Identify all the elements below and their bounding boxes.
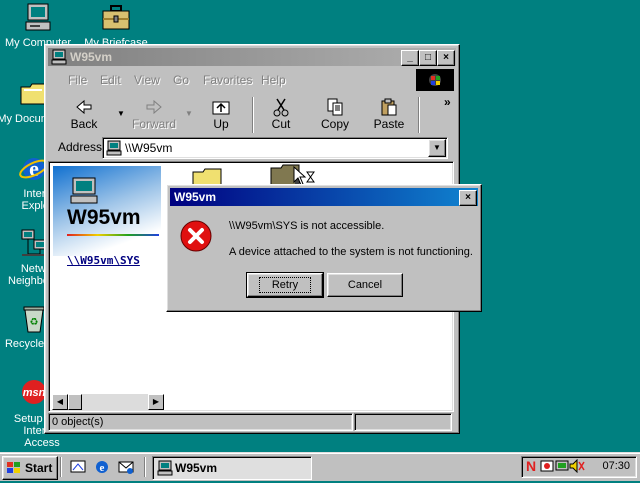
address-dropdown-button[interactable]: ▼ [428,139,446,157]
computer-icon [51,49,67,65]
up-folder-icon [195,97,247,117]
cancel-label: Cancel [347,279,383,291]
taskbar-button-w95vm[interactable]: W95vm [152,456,312,480]
status-text: 0 object(s) [48,413,353,431]
close-button[interactable]: × [437,50,455,66]
retry-label: Retry [258,277,312,293]
webview-title: W95vm [67,206,141,229]
error-message-line1: \\W95vm\SYS is not accessible. [229,220,385,232]
chevron-down-icon: ▼ [433,143,441,152]
scroll-right-button[interactable]: ▶ [148,394,164,410]
status-panel [354,413,452,431]
computer-icon [106,140,122,159]
scroll-left-button[interactable]: ◀ [52,394,68,410]
briefcase-icon [100,2,132,34]
status-bar: 0 object(s) [48,413,456,431]
menu-favorites[interactable]: Favorites [203,73,252,87]
menu-view[interactable]: View [134,73,160,87]
horizontal-scrollbar[interactable]: ◀ ▶ [52,394,164,410]
back-button[interactable]: Back [58,95,110,135]
system-tray: N 07:30 [521,456,637,478]
clipboard-icon [363,97,415,117]
standard-toolbar: Back ▼ Forward ▼ Up Cut Copy Paste » [48,95,456,135]
webview-link-sys[interactable]: \\W95vm\SYS [67,254,140,267]
computer-icon [22,2,54,34]
tray-app-icon[interactable] [540,459,554,476]
menu-bar: File Edit View Go Favorites Help [48,69,456,91]
taskbar-separator [144,457,146,477]
toolbar-separator [418,97,420,133]
back-arrow-icon [58,97,110,117]
address-label: Address [58,140,103,154]
toolbar-more-chevron[interactable]: » [444,95,451,109]
desktop-icon-my-briefcase[interactable]: My Briefcase [78,2,154,49]
minimize-button[interactable]: _ [401,50,419,66]
taskbar-clock[interactable]: 07:30 [602,460,630,472]
toolbar-separator [252,97,254,133]
taskbar-separator [60,457,62,477]
taskbar-button-label: W95vm [175,461,218,475]
up-button[interactable]: Up [195,95,247,135]
taskbar: Start e W95vm N 07:30 [0,452,640,481]
error-icon [179,219,213,256]
forward-dropdown-icon[interactable]: ▼ [185,109,193,118]
tray-display-icon[interactable] [555,459,569,476]
start-button[interactable]: Start [2,456,58,480]
error-message-line2: A device attached to the system is not f… [229,246,473,258]
start-label: Start [25,461,53,475]
computer-icon [69,176,99,209]
svg-text:e: e [100,462,105,474]
volume-icon[interactable] [569,458,585,476]
window-title: W95vm [70,50,113,64]
menu-edit[interactable]: Edit [100,73,121,87]
menu-file[interactable]: File [68,73,87,87]
windows-logo-throbber [416,69,454,91]
explorer-titlebar[interactable]: W95vm _ □ × [48,48,456,66]
back-dropdown-icon[interactable]: ▼ [117,109,125,118]
scroll-thumb[interactable] [68,394,82,410]
webview-panel: W95vm \\W95vm\SYS [53,166,161,394]
menu-help[interactable]: Help [261,73,286,87]
dialog-close-button[interactable]: × [459,190,477,206]
outlook-express-icon[interactable] [118,459,134,475]
network-status-icon[interactable]: N [526,458,536,474]
cancel-button[interactable]: Cancel [327,273,403,297]
address-input[interactable]: \\W95vm ▼ [102,137,448,159]
svg-text:♻: ♻ [30,317,39,328]
dialog-titlebar[interactable]: W95vm × [170,188,478,206]
forward-button[interactable]: Forward [128,95,180,135]
maximize-button[interactable]: □ [419,50,437,66]
scissors-icon [255,97,307,117]
internet-explorer-icon[interactable]: e [94,459,110,475]
menu-go[interactable]: Go [173,73,189,87]
desktop-icon-my-computer[interactable]: My Computer [0,2,76,49]
error-dialog[interactable]: W95vm × \\W95vm\SYS is not accessible. A… [166,184,482,312]
dialog-title: W95vm [174,190,217,204]
cut-button[interactable]: Cut [255,95,307,135]
show-desktop-icon[interactable] [70,459,86,475]
copy-icon [309,97,361,117]
address-value: \\W95vm [125,141,173,155]
paste-button[interactable]: Paste [363,95,415,135]
address-bar: Address \\W95vm ▼ [48,137,456,159]
forward-arrow-icon [128,97,180,117]
webview-divider [67,234,159,236]
svg-text:msn: msn [23,387,46,399]
copy-button[interactable]: Copy [309,95,361,135]
retry-button[interactable]: Retry [246,272,324,298]
